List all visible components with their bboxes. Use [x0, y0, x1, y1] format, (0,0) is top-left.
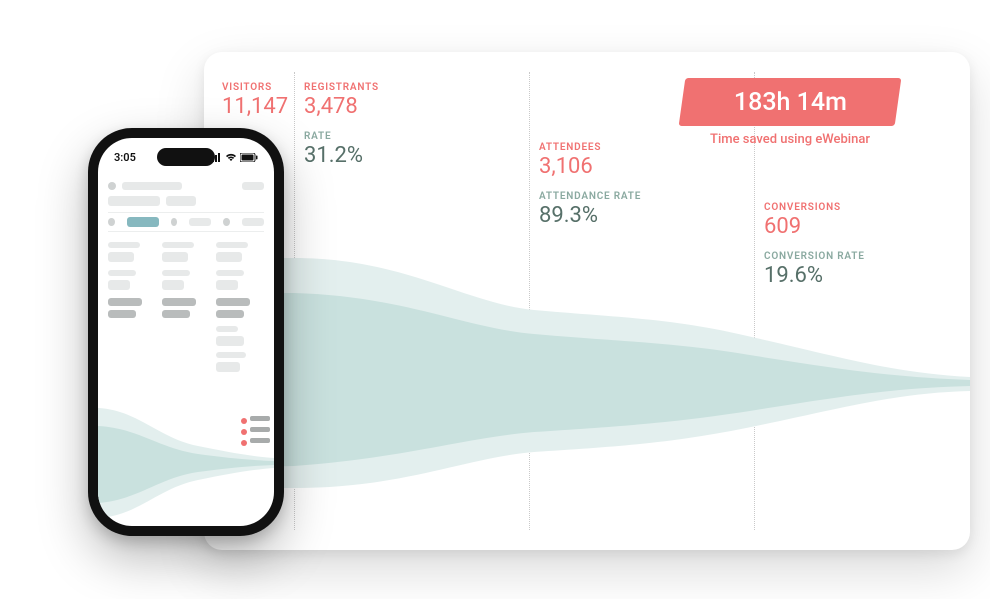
dashboard-panel: VISITORS 11,147 REGISTRANTS 3,478 RATE 3… [204, 52, 970, 550]
funnel-chart [204, 258, 970, 488]
time-saved-caption: Time saved using eWebinar [682, 132, 898, 147]
skeleton-line [166, 196, 196, 206]
stat-rate-label: RATE [304, 131, 379, 142]
skeleton-icon [108, 182, 116, 190]
stat-attendees: ATTENDEES 3,106 ATTENDANCE RATE 89.3% [539, 142, 641, 228]
skeleton-line [189, 218, 211, 226]
wifi-icon [225, 153, 237, 162]
stat-rate-label: ATTENDANCE RATE [539, 191, 641, 202]
stat-value: 609 [764, 214, 865, 239]
phone-funnel-chart [98, 408, 274, 518]
stat-label: REGISTRANTS [304, 82, 379, 93]
tab-dot [108, 218, 115, 226]
skeleton-line [122, 182, 182, 190]
stat-label: CONVERSIONS [764, 202, 865, 213]
tab-dot [223, 218, 230, 226]
skeleton-line [108, 196, 160, 206]
stat-registrants: REGISTRANTS 3,478 RATE 31.2% [304, 82, 379, 168]
phone-mockup: 3:05 [88, 128, 284, 536]
stat-label: VISITORS [222, 82, 288, 93]
time-saved-badge: 183h 14m [679, 78, 902, 126]
stat-value: 3,106 [539, 154, 641, 179]
phone-notch [157, 148, 215, 166]
stat-rate-value: 89.3% [539, 203, 641, 228]
phone-status-icons [209, 153, 258, 162]
time-saved-value: 183h 14m [734, 88, 847, 117]
tab-active [127, 217, 159, 227]
phone-time: 3:05 [114, 151, 136, 164]
battery-icon [240, 153, 258, 162]
stat-value: 3,478 [304, 94, 379, 119]
skeleton-line [242, 218, 264, 226]
phone-tabs [108, 212, 264, 232]
stat-value: 11,147 [222, 94, 288, 119]
stat-label: ATTENDEES [539, 142, 641, 153]
phone-stats-cols [108, 242, 264, 376]
stat-rate-value: 31.2% [304, 143, 379, 168]
skeleton-line [242, 182, 264, 190]
phone-content [108, 182, 264, 376]
tab-dot [171, 218, 178, 226]
phone-screen: 3:05 [98, 138, 274, 526]
stat-visitors: VISITORS 11,147 [222, 82, 288, 119]
